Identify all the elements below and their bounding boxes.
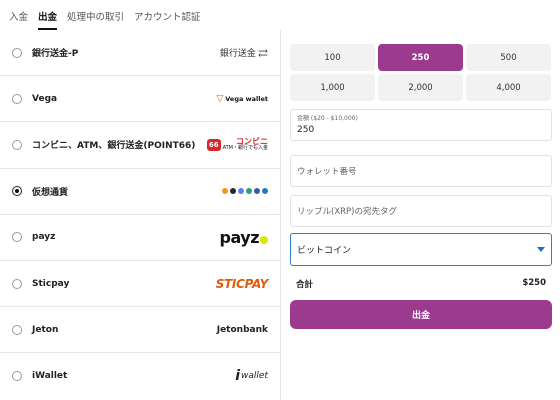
method-label: iWallet bbox=[32, 371, 68, 382]
amount-input-value[interactable]: 250 bbox=[297, 125, 545, 135]
radio-button[interactable] bbox=[12, 47, 22, 58]
amount-preset-button-selected[interactable]: 250 bbox=[378, 44, 463, 71]
radio-button[interactable] bbox=[12, 324, 22, 335]
method-bank-transfer-p[interactable]: 銀行送金-P 銀行送金 ⇄ bbox=[0, 30, 280, 77]
method-crypto[interactable]: 仮想通貨 bbox=[0, 169, 280, 215]
method-label: Sticpay bbox=[32, 278, 70, 289]
withdraw-submit-button[interactable]: 出金 bbox=[290, 300, 552, 329]
iwallet-i-icon: i bbox=[235, 368, 241, 385]
total-label: 合計 bbox=[296, 280, 314, 290]
crypto-coins-icon bbox=[222, 188, 268, 195]
amount-preset-button[interactable]: 500 bbox=[466, 44, 551, 71]
tab-account-verification[interactable]: アカウント認証 bbox=[134, 5, 201, 27]
method-label: コンビニ、ATM、銀行送金(POINT66) bbox=[32, 141, 196, 152]
xrp-destination-tag-input[interactable]: リップル(XRP)の宛先タグ bbox=[290, 195, 552, 227]
jetonbank-logo: Jetonbank bbox=[216, 324, 268, 335]
wallet-number-input[interactable]: ウォレット番号 bbox=[290, 155, 552, 187]
destination-tag-placeholder: リップル(XRP)の宛先タグ bbox=[297, 207, 397, 217]
konbini-logo: 66 コンビニ ATM・銀行でも入金 bbox=[206, 136, 268, 151]
method-iwallet[interactable]: iWallet i wallet bbox=[0, 353, 280, 399]
radio-button[interactable] bbox=[12, 278, 22, 289]
currency-select-value: ビットコイン bbox=[297, 246, 352, 256]
method-label: Jeton bbox=[32, 324, 59, 335]
total-row: 合計 $250 bbox=[290, 278, 552, 290]
method-vega[interactable]: Vega ▽ Vega wallet bbox=[0, 76, 280, 123]
method-payz[interactable]: payz payz bbox=[0, 215, 280, 261]
tab-bar: 入金 出金 処理中の取引 アカウント認証 bbox=[0, 0, 560, 32]
method-label: 仮想通貨 bbox=[32, 187, 69, 198]
tab-withdraw[interactable]: 出金 bbox=[38, 5, 58, 30]
tab-pending-transactions[interactable]: 処理中の取引 bbox=[67, 5, 124, 27]
method-label: 銀行送金-P bbox=[32, 49, 79, 60]
currency-select[interactable]: ビットコイン bbox=[290, 233, 552, 266]
method-label: payz bbox=[32, 232, 56, 243]
amount-input[interactable]: 金額 ($20 - $10,000) 250 bbox=[290, 109, 552, 141]
amount-preset-button[interactable]: 4,000 bbox=[466, 74, 551, 101]
bank-transfer-logo: 銀行送金 ⇄ bbox=[219, 45, 268, 60]
withdraw-form: 100 250 500 1,000 2,000 4,000 金額 ($20 - … bbox=[290, 44, 552, 329]
payment-method-list: 銀行送金-P 銀行送金 ⇄ Vega ▽ Vega wallet コンビニ、ATM、… bbox=[0, 30, 281, 400]
vega-v-icon: ▽ bbox=[216, 93, 224, 104]
chevron-down-icon[interactable] bbox=[537, 247, 545, 252]
radio-button[interactable] bbox=[12, 139, 22, 150]
method-label: Vega bbox=[32, 93, 58, 104]
amount-preset-button[interactable]: 100 bbox=[290, 44, 375, 71]
amount-preset-button[interactable]: 1,000 bbox=[290, 74, 375, 101]
tab-deposit[interactable]: 入金 bbox=[9, 5, 28, 27]
radio-button[interactable] bbox=[12, 371, 22, 382]
point66-badge: 66 bbox=[206, 138, 221, 151]
sticpay-logo: STICPAY bbox=[215, 276, 269, 291]
total-value: $250 bbox=[522, 278, 546, 288]
amount-preset-button[interactable]: 2,000 bbox=[378, 74, 463, 101]
radio-button-selected[interactable] bbox=[12, 186, 22, 197]
radio-button[interactable] bbox=[12, 232, 22, 243]
payz-logo: payz bbox=[220, 228, 268, 247]
radio-button[interactable] bbox=[12, 93, 22, 104]
vega-wallet-logo: ▽ Vega wallet bbox=[216, 93, 268, 104]
amount-input-label: 金額 ($20 - $10,000) bbox=[297, 115, 358, 122]
iwallet-logo: i wallet bbox=[235, 368, 268, 385]
wallet-number-placeholder: ウォレット番号 bbox=[297, 167, 357, 177]
method-jeton[interactable]: Jeton Jetonbank bbox=[0, 307, 280, 354]
transfer-arrows-icon: ⇄ bbox=[257, 45, 268, 60]
method-konbini-point66[interactable]: コンビニ、ATM、銀行送金(POINT66) 66 コンビニ ATM・銀行でも入金 bbox=[0, 122, 280, 169]
method-sticpay[interactable]: Sticpay STICPAY bbox=[0, 261, 280, 308]
amount-preset-grid: 100 250 500 1,000 2,000 4,000 bbox=[290, 44, 552, 101]
